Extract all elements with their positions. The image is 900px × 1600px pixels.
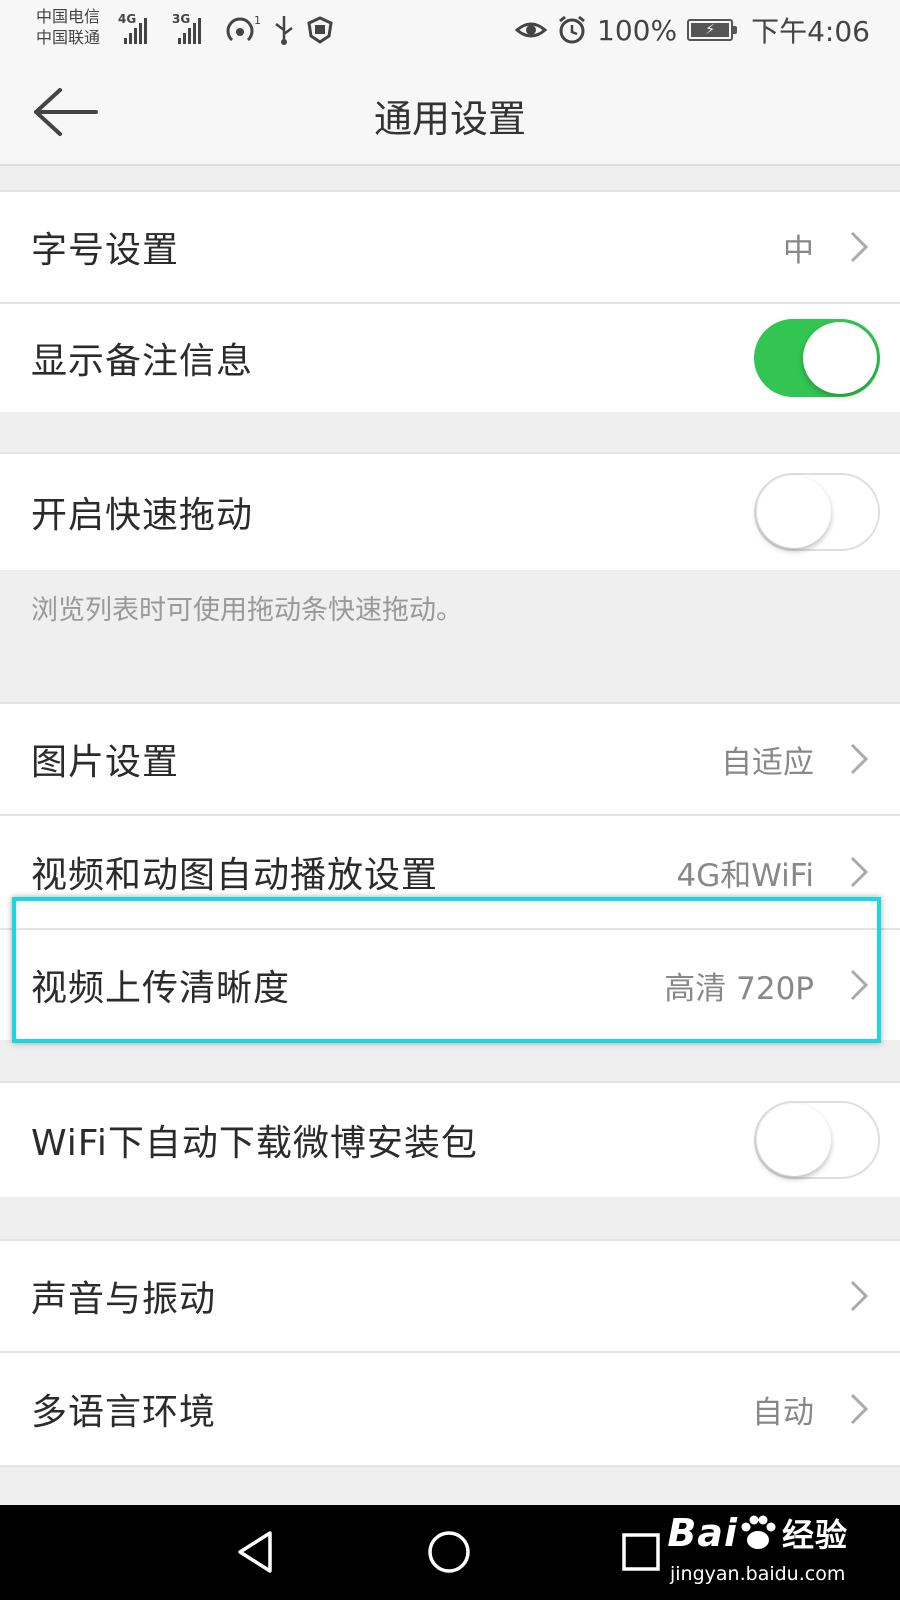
network-type-2: 3G xyxy=(172,12,191,26)
battery-icon: ⚡ xyxy=(687,19,738,41)
baidu-jingyan-watermark: Bai 经验 jingyan.baidu.com xyxy=(667,1505,848,1600)
setting-fast-drag: 开启快速拖动 xyxy=(0,454,900,570)
setting-language[interactable]: 多语言环境 自动 xyxy=(0,1353,900,1465)
chevron-right-icon xyxy=(850,743,869,775)
setting-image[interactable]: 图片设置 自适应 xyxy=(0,704,900,814)
wifi-download-toggle[interactable] xyxy=(754,1101,880,1179)
chevron-right-icon xyxy=(850,1280,869,1312)
nav-back-button[interactable] xyxy=(232,1527,282,1577)
paw-icon xyxy=(741,1515,776,1549)
fast-drag-toggle[interactable] xyxy=(754,473,880,551)
carrier-labels: 中国电信 中国联通 xyxy=(36,6,100,48)
shield-icon xyxy=(304,14,336,54)
chevron-right-icon xyxy=(850,231,869,263)
nav-recents-button[interactable] xyxy=(616,1527,666,1577)
toggle-knob xyxy=(803,322,877,394)
fast-drag-hint: 浏览列表时可使用拖动条快速拖动。 xyxy=(31,595,463,626)
alarm-icon xyxy=(559,15,585,44)
square-recents-icon xyxy=(622,1533,660,1571)
setting-label: 图片设置 xyxy=(31,742,180,783)
setting-label: 视频上传清晰度 xyxy=(31,968,291,1009)
circle-home-icon xyxy=(428,1531,470,1573)
watermark-brand: Bai 经验 xyxy=(667,1511,848,1555)
divider xyxy=(0,1465,900,1467)
setting-autoplay[interactable]: 视频和动图自动播放设置 4G和WiFi xyxy=(0,816,900,928)
setting-wifi-download: WiFi下自动下载微博安装包 xyxy=(0,1083,900,1197)
show-remark-toggle[interactable] xyxy=(754,319,880,397)
carrier-1: 中国电信 xyxy=(36,7,101,26)
chevron-right-icon xyxy=(850,969,869,1001)
chevron-right-icon xyxy=(850,856,869,888)
setting-label: 多语言环境 xyxy=(31,1392,217,1433)
setting-value: 高清 720P xyxy=(664,970,814,1007)
page-title: 通用设置 xyxy=(373,97,526,141)
setting-font-size[interactable]: 字号设置 中 xyxy=(0,192,900,302)
signal-icon-2: 3G xyxy=(172,12,201,44)
setting-show-remark: 显示备注信息 xyxy=(0,304,900,412)
setting-label: 开启快速拖动 xyxy=(31,495,254,536)
setting-value: 自动 xyxy=(752,1394,814,1431)
svg-text:1: 1 xyxy=(254,14,261,27)
carrier-2: 中国联通 xyxy=(36,28,101,47)
network-type-1: 4G xyxy=(118,12,137,26)
setting-value: 4G和WiFi xyxy=(676,857,814,894)
clock: 下午4:06 xyxy=(751,15,870,48)
status-right: 100% ⚡ 下午4:06 xyxy=(515,10,870,50)
setting-label: 声音与振动 xyxy=(31,1279,217,1320)
status-bar: 中国电信 中国联通 4G 3G 1 100% ⚡ 下午4:06 xyxy=(0,0,900,60)
title-bar: 通用设置 xyxy=(0,60,900,166)
setting-value: 中 xyxy=(783,232,814,269)
setting-label: WiFi下自动下载微博安装包 xyxy=(31,1123,478,1164)
toggle-knob xyxy=(757,1104,831,1176)
eye-icon xyxy=(515,22,548,38)
battery-percent: 100% xyxy=(597,13,678,47)
setting-upload-quality[interactable]: 视频上传清晰度 高清 720P xyxy=(0,930,900,1040)
hotspot-icon: 1 xyxy=(224,14,264,54)
setting-label: 视频和动图自动播放设置 xyxy=(31,855,439,896)
setting-label: 显示备注信息 xyxy=(31,341,254,382)
nav-home-button[interactable] xyxy=(424,1527,474,1577)
watermark-url: jingyan.baidu.com xyxy=(670,1563,846,1585)
signal-icon: 4G xyxy=(118,12,147,44)
triangle-back-icon xyxy=(238,1531,272,1573)
toggle-knob xyxy=(757,476,831,548)
usb-icon xyxy=(272,14,296,54)
setting-value: 自适应 xyxy=(721,744,814,781)
chevron-right-icon xyxy=(850,1393,869,1425)
setting-label: 字号设置 xyxy=(31,230,180,271)
setting-sound[interactable]: 声音与振动 xyxy=(0,1241,900,1351)
